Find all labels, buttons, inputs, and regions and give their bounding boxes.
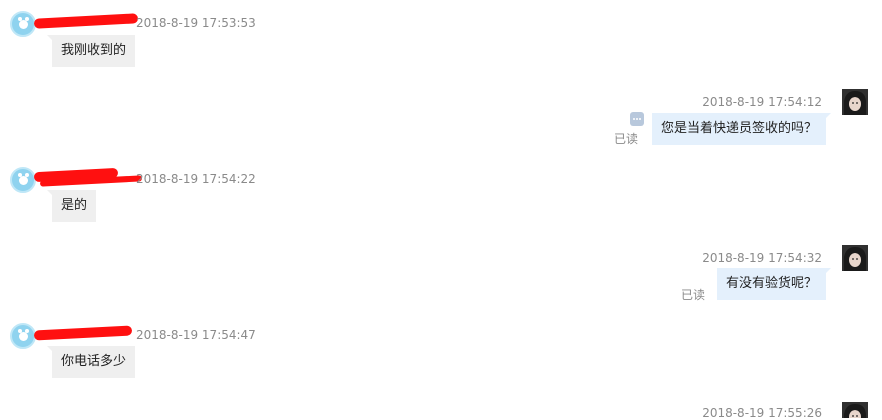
user-photo-avatar[interactable] — [842, 402, 868, 418]
more-dots-icon[interactable] — [630, 112, 644, 126]
message-timestamp: 2018-8-19 17:54:12 — [702, 95, 822, 109]
message-timestamp: 2018-8-19 17:54:22 — [136, 172, 256, 186]
redacted-username — [33, 13, 139, 29]
message-timestamp: 2018-8-19 17:54:32 — [702, 251, 822, 265]
user-photo-avatar-image — [842, 245, 868, 271]
default-user-avatar-icon[interactable] — [10, 167, 36, 193]
chat-message-right: 2018-8-19 17:55:26 — [0, 394, 882, 420]
message-bubble[interactable]: 有没有验货呢？ — [716, 268, 832, 300]
user-photo-avatar-image — [842, 89, 868, 115]
message-bubble[interactable]: 您是当着快递员签收的吗？ — [651, 113, 832, 145]
chat-message-right: 2018-8-19 17:54:12 已读 您是当着快递员签收的吗？ — [0, 78, 882, 158]
user-photo-avatar-image — [842, 402, 868, 418]
message-bubble[interactable]: 是的 — [46, 190, 97, 222]
chat-message-left: 2018-8-19 17:54:22 是的 — [0, 158, 882, 236]
message-timestamp: 2018-8-19 17:53:53 — [136, 16, 256, 30]
chat-message-left: 2018-8-19 17:53:53 我刚收到的 — [0, 0, 882, 78]
message-bubble[interactable]: 你电话多少 — [46, 346, 136, 378]
default-user-avatar-icon[interactable] — [10, 323, 36, 349]
user-photo-avatar[interactable] — [842, 89, 868, 115]
redacted-username — [33, 325, 133, 341]
default-user-avatar-icon[interactable] — [10, 11, 36, 37]
message-bubble[interactable]: 我刚收到的 — [46, 35, 136, 67]
read-status: 已读 — [681, 288, 706, 302]
read-status: 已读 — [614, 132, 639, 146]
user-photo-avatar[interactable] — [842, 245, 868, 271]
chat-message-right: 2018-8-19 17:54:32 已读 有没有验货呢？ — [0, 236, 882, 316]
message-timestamp: 2018-8-19 17:54:47 — [136, 328, 256, 342]
chat-message-left: 2018-8-19 17:54:47 你电话多少 — [0, 316, 882, 394]
